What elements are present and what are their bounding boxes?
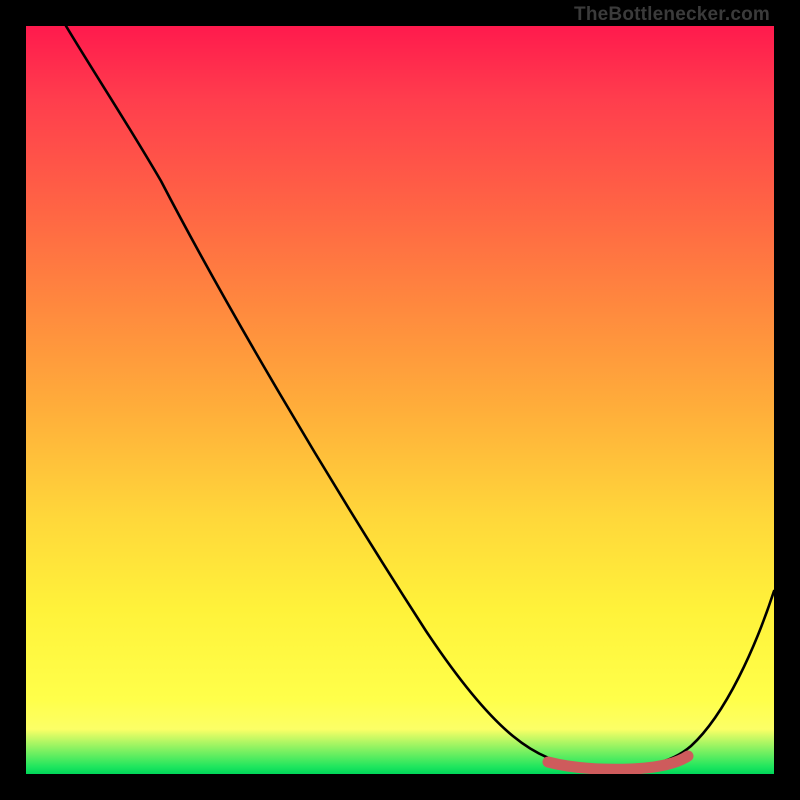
highlight-band bbox=[548, 756, 688, 769]
chart-plot-area bbox=[26, 26, 774, 774]
bottleneck-curve-path bbox=[66, 26, 774, 768]
attribution-text: TheBottlenecker.com bbox=[574, 4, 770, 26]
bottleneck-curve bbox=[26, 26, 774, 774]
